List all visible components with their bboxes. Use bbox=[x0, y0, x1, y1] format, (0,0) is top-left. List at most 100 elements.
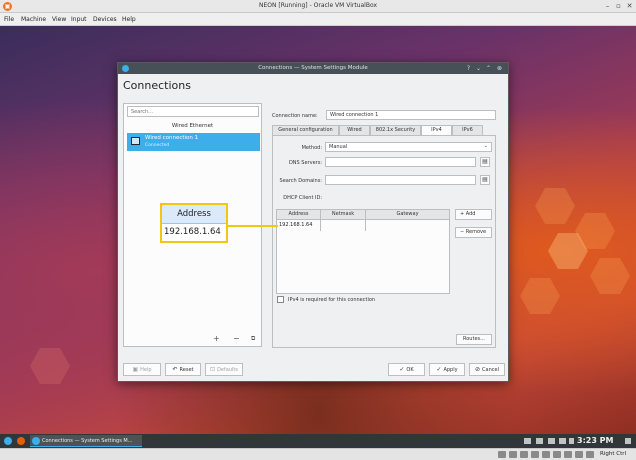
callout-connector-line bbox=[228, 225, 278, 227]
method-label: Method: bbox=[301, 145, 322, 151]
monitor-icon bbox=[131, 137, 140, 145]
chevron-down-icon: ⌄ bbox=[483, 143, 488, 149]
help-button[interactable]: ▣ Help bbox=[123, 363, 161, 376]
ok-button[interactable]: ✓ OK bbox=[388, 363, 425, 376]
search-domains-label: Search Domains: bbox=[279, 178, 322, 184]
export-icon[interactable]: ⧉ bbox=[251, 335, 255, 343]
clock[interactable]: 3:23 PM bbox=[577, 436, 614, 445]
wallpaper-hexagon bbox=[590, 258, 630, 294]
close-icon[interactable]: ✕ bbox=[625, 2, 634, 11]
remove-address-button[interactable]: − Remove bbox=[455, 227, 492, 238]
audio-icon[interactable] bbox=[520, 451, 528, 458]
show-desktop-icon[interactable] bbox=[625, 438, 631, 444]
ipv4-required-checkbox[interactable] bbox=[277, 296, 284, 303]
routes-button[interactable]: Routes... bbox=[456, 334, 492, 345]
search-input[interactable] bbox=[127, 106, 259, 117]
menu-devices[interactable]: Devices bbox=[93, 16, 117, 23]
reset-icon: ↶ bbox=[172, 366, 178, 373]
clipboard-icon[interactable] bbox=[524, 438, 531, 444]
vbox-statusbar: Right Ctrl bbox=[0, 448, 636, 460]
address-table[interactable]: Address Netmask Gateway 192.168.1.64 bbox=[276, 209, 450, 294]
address-cell[interactable]: 192.168.1.64 bbox=[277, 220, 321, 231]
minimize-icon[interactable]: – bbox=[603, 2, 612, 11]
callout-header: Address bbox=[162, 205, 226, 224]
shared-folders-icon[interactable] bbox=[553, 451, 561, 458]
firefox-icon[interactable] bbox=[17, 437, 25, 445]
apply-label: Apply bbox=[443, 367, 458, 373]
reset-label: Reset bbox=[179, 367, 194, 373]
help-icon: ▣ bbox=[132, 366, 139, 373]
dns-servers-label: DNS Servers: bbox=[288, 160, 322, 166]
add-address-label: Add bbox=[465, 211, 476, 217]
apply-button[interactable]: ✓ Apply bbox=[429, 363, 465, 376]
wallpaper-hexagon bbox=[535, 188, 575, 224]
add-connection-icon[interactable]: + bbox=[213, 335, 220, 343]
column-header-netmask[interactable]: Netmask bbox=[321, 210, 366, 220]
network-tray-icon[interactable] bbox=[548, 438, 555, 444]
checkmark-icon: ✓ bbox=[436, 366, 442, 373]
dialog-titlebar: Connections — System Settings Module ? ⌄… bbox=[118, 63, 508, 74]
cancel-button[interactable]: ⊘ Cancel bbox=[469, 363, 505, 376]
maximize-icon[interactable]: ▫ bbox=[614, 2, 623, 11]
menu-help[interactable]: Help bbox=[122, 16, 136, 23]
usb-icon[interactable] bbox=[542, 451, 550, 458]
volume-icon[interactable] bbox=[559, 438, 566, 444]
connection-name: Wired connection 1 bbox=[145, 135, 199, 141]
wallpaper-hexagon bbox=[30, 348, 70, 384]
menu-machine[interactable]: Machine bbox=[21, 16, 46, 23]
list-item-wired-connection[interactable]: Wired connection 1 Connected bbox=[127, 133, 260, 151]
column-header-address[interactable]: Address bbox=[277, 210, 321, 220]
help-label: Help bbox=[140, 367, 152, 373]
column-header-gateway[interactable]: Gateway bbox=[366, 210, 449, 220]
network-adapter-icon[interactable] bbox=[531, 451, 539, 458]
address-callout: Address 192.168.1.64 bbox=[160, 203, 228, 243]
netmask-cell[interactable] bbox=[321, 220, 366, 231]
mouse-integration-icon[interactable] bbox=[586, 451, 594, 458]
defaults-button[interactable]: ⊡ Defaults bbox=[205, 363, 243, 376]
network-icon bbox=[32, 437, 40, 445]
defaults-icon: ⊡ bbox=[210, 366, 216, 373]
connection-status: Connected bbox=[145, 143, 170, 148]
dialog-title: Connections — System Settings Module bbox=[258, 65, 368, 71]
remove-address-label: Remove bbox=[465, 229, 487, 235]
callout-value: 192.168.1.64 bbox=[164, 227, 221, 237]
method-value: Manual bbox=[329, 144, 348, 150]
method-select[interactable]: Manual ⌄ bbox=[325, 142, 492, 152]
optical-drive-icon[interactable] bbox=[509, 451, 517, 458]
connection-name-field[interactable]: Wired connection 1 bbox=[326, 110, 496, 120]
menu-input[interactable]: Input bbox=[71, 16, 87, 23]
remove-connection-icon[interactable]: − bbox=[233, 335, 240, 343]
application-launcher-icon[interactable] bbox=[4, 437, 12, 445]
vbox-menubar: File Machine View Input Devices Help bbox=[0, 13, 636, 26]
checkmark-icon: ✓ bbox=[399, 366, 405, 373]
hard-disk-icon[interactable] bbox=[498, 451, 506, 458]
search-domains-field[interactable] bbox=[325, 175, 476, 185]
dns-edit-icon[interactable]: ▤ bbox=[480, 157, 490, 167]
connection-name-label: Connection name: bbox=[272, 113, 318, 119]
vbox-titlebar: ▣ NEON [Running] - Oracle VM VirtualBox … bbox=[0, 0, 636, 13]
taskbar-task-connections[interactable]: Connections — System Settings M... bbox=[30, 435, 142, 447]
tray-expand-icon[interactable] bbox=[569, 438, 574, 444]
close-icon[interactable]: ⊗ bbox=[495, 64, 504, 73]
recording-icon[interactable] bbox=[575, 451, 583, 458]
dns-servers-field[interactable] bbox=[325, 157, 476, 167]
chevron-up-icon[interactable]: ⌃ bbox=[484, 64, 493, 73]
updates-icon[interactable] bbox=[536, 438, 543, 444]
defaults-label: Defaults bbox=[217, 367, 238, 373]
search-domains-edit-icon[interactable]: ▤ bbox=[480, 175, 490, 185]
dhcp-client-id-label: DHCP Client ID: bbox=[283, 195, 322, 201]
menu-file[interactable]: File bbox=[4, 16, 14, 23]
group-label: Wired Ethernet bbox=[171, 123, 214, 129]
gateway-cell[interactable] bbox=[366, 220, 449, 231]
taskbar-task-label: Connections — System Settings M... bbox=[42, 438, 133, 444]
chevron-down-icon[interactable]: ⌄ bbox=[474, 64, 483, 73]
ok-label: OK bbox=[406, 367, 414, 373]
cancel-icon: ⊘ bbox=[475, 366, 481, 373]
help-icon[interactable]: ? bbox=[464, 64, 473, 73]
display-icon[interactable] bbox=[564, 451, 572, 458]
add-address-button[interactable]: + Add bbox=[455, 209, 492, 220]
reset-button[interactable]: ↶ Reset bbox=[165, 363, 201, 376]
cancel-label: Cancel bbox=[482, 367, 499, 373]
menu-view[interactable]: View bbox=[52, 16, 66, 23]
wallpaper-hexagon bbox=[520, 278, 560, 314]
